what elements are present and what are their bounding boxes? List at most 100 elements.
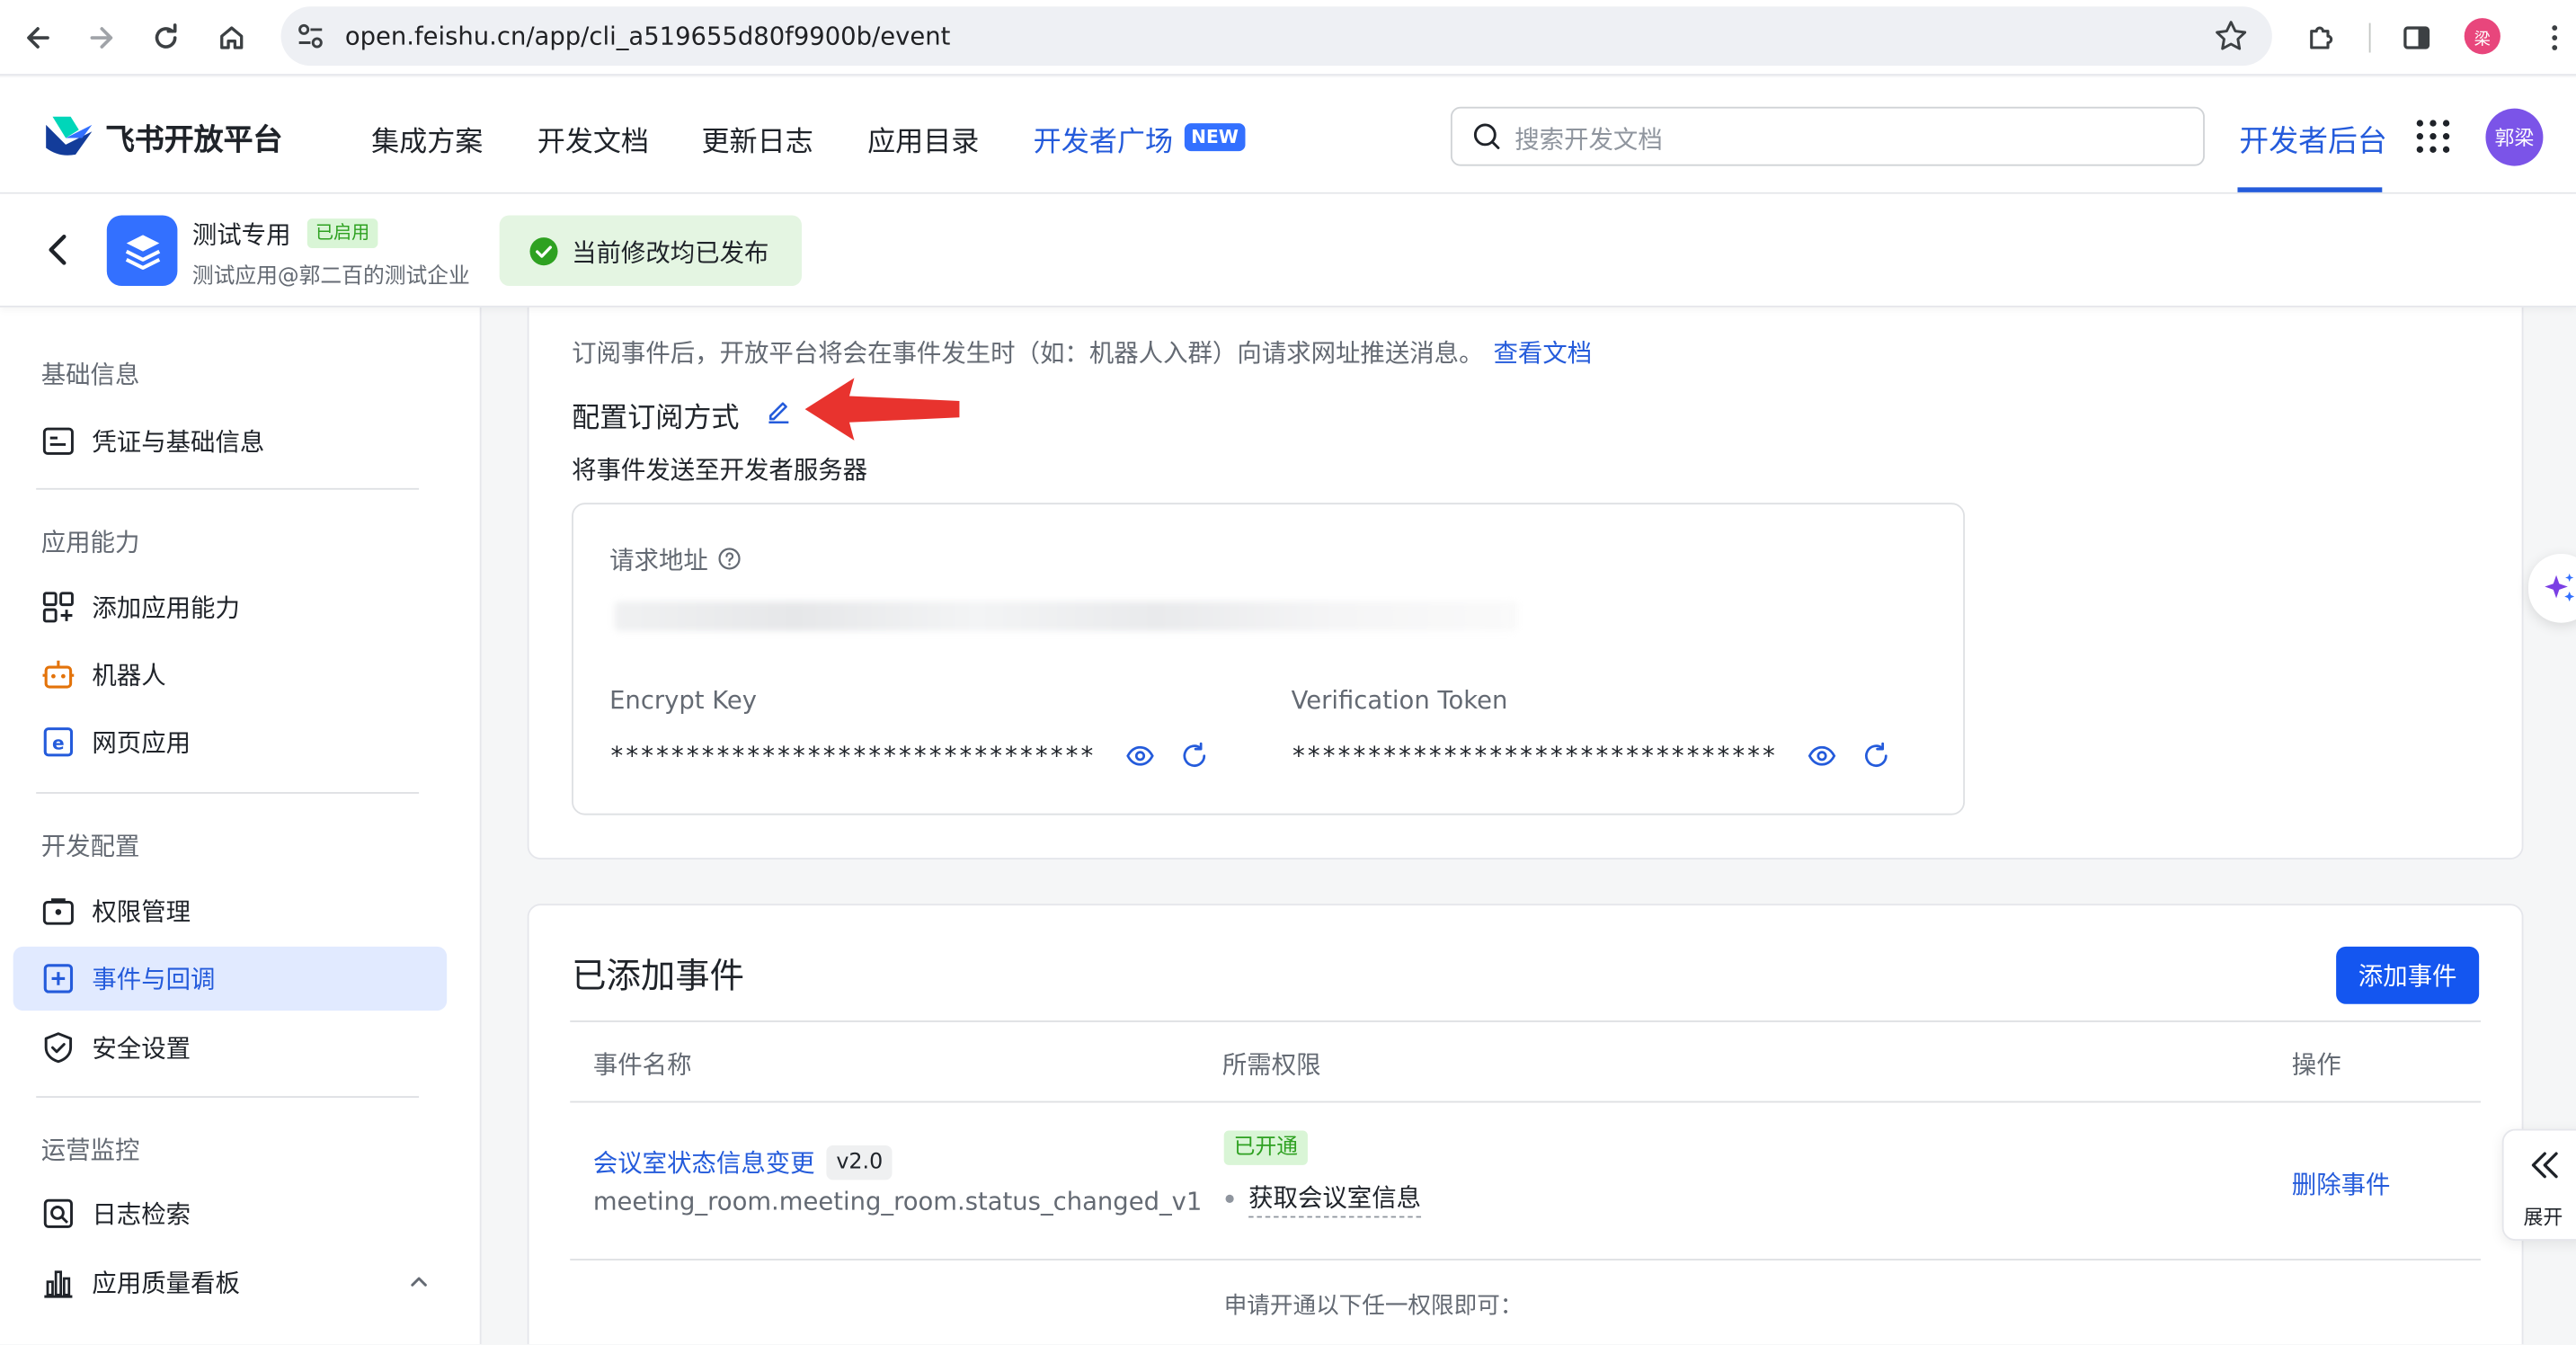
sidebar-item-quality-board[interactable]: 应用质量看板 — [13, 1251, 448, 1314]
search-placeholder: 搜索开发文档 — [1515, 124, 1663, 155]
feishu-logo-icon[interactable] — [43, 115, 95, 158]
svg-text:e: e — [52, 732, 65, 753]
nav-app-directory[interactable]: 应用目录 — [867, 119, 979, 160]
sidebar-divider — [36, 791, 420, 794]
nav-changelog[interactable]: 更新日志 — [701, 119, 813, 160]
request-url-label: 请求地址 — [609, 545, 708, 575]
url-text[interactable]: open.feishu.cn/app/cli_a519655d80f9900b/… — [345, 22, 950, 51]
publish-status-toast: 当前修改均已发布 — [499, 215, 802, 287]
sidebar-item-label: 日志检索 — [92, 1199, 191, 1230]
expand-panel-button[interactable]: 展开 — [2501, 1128, 2576, 1241]
chart-icon — [44, 1270, 73, 1298]
browser-toolbar: open.feishu.cn/app/cli_a519655d80f9900b/… — [0, 0, 2576, 76]
edit-pencil-icon[interactable] — [766, 397, 792, 424]
top-navigation: 飞书开放平台 集成方案 开发文档 更新日志 应用目录 开发者广场 NEW 搜索开… — [0, 76, 2576, 194]
eye-icon[interactable] — [1808, 741, 1837, 770]
app-name: 测试专用 — [191, 219, 291, 250]
back-chevron-icon[interactable] — [40, 230, 76, 270]
permission-name[interactable]: 获取会议室信息 — [1248, 1180, 1422, 1218]
more-menu-icon[interactable] — [2533, 16, 2576, 59]
help-circle-icon[interactable] — [718, 548, 742, 571]
encrypt-key-label: Encrypt Key — [609, 685, 757, 716]
toolbar-divider — [2368, 22, 2371, 53]
developer-console-tab[interactable]: 开发者后台 — [2239, 119, 2387, 162]
event-version-badge: v2.0 — [826, 1145, 893, 1180]
delete-event-link[interactable]: 删除事件 — [2292, 1167, 2391, 1201]
brand-name[interactable]: 飞书开放平台 — [105, 117, 282, 160]
sidebar-divider — [36, 487, 420, 490]
sidebar-item-web-app[interactable]: e 网页应用 — [13, 710, 448, 774]
nav-integration[interactable]: 集成方案 — [371, 119, 483, 160]
back-arrow-icon[interactable] — [16, 16, 59, 59]
app-grid-icon[interactable] — [2415, 119, 2451, 155]
sidebar-item-security[interactable]: 安全设置 — [13, 1016, 448, 1080]
sidebar-item-events[interactable]: 事件与回调 — [13, 946, 448, 1011]
event-name-link[interactable]: 会议室状态信息变更 — [593, 1145, 815, 1180]
ai-assistant-button[interactable] — [2527, 553, 2576, 623]
refresh-icon[interactable] — [1179, 741, 1209, 770]
sidebar-item-label: 事件与回调 — [92, 964, 216, 994]
app-header: 测试专用 已启用 测试应用@郭二百的测试企业 当前修改均已发布 — [0, 193, 2576, 307]
sidebar-item-label: 机器人 — [92, 660, 166, 690]
forward-arrow-icon[interactable] — [81, 16, 124, 59]
app-status-badge: 已启用 — [306, 218, 378, 248]
search-icon — [1473, 123, 1500, 149]
sidebar-item-credentials[interactable]: 凭证与基础信息 — [13, 409, 448, 473]
permission-icon — [42, 898, 74, 925]
layers-icon — [124, 234, 160, 270]
table-row-divider — [570, 1259, 2481, 1260]
apps-add-icon — [42, 592, 74, 623]
refresh-icon[interactable] — [1861, 741, 1891, 770]
column-required-permission: 所需权限 — [1221, 1049, 1321, 1080]
extensions-icon[interactable] — [2300, 16, 2343, 59]
site-settings-icon[interactable] — [294, 20, 327, 53]
sidebar-section-basic: 基础信息 — [40, 360, 140, 390]
toast-message: 当前修改均已发布 — [572, 238, 769, 268]
view-docs-link[interactable]: 查看文档 — [1493, 339, 1592, 369]
event-key: meeting_room.meeting_room.status_changed… — [592, 1186, 1203, 1216]
app-icon — [106, 215, 178, 287]
column-event-name: 事件名称 — [592, 1049, 692, 1080]
config-method-title: 配置订阅方式 — [572, 402, 740, 436]
profile-avatar[interactable]: 梁 — [2464, 18, 2500, 55]
id-card-icon — [42, 427, 74, 455]
shield-icon — [44, 1032, 73, 1064]
double-chevron-left-icon — [2531, 1152, 2558, 1179]
address-bar[interactable]: open.feishu.cn/app/cli_a519655d80f9900b/… — [280, 6, 2272, 67]
chevron-up-icon[interactable] — [407, 1270, 431, 1294]
bookmark-star-icon[interactable] — [2213, 18, 2249, 54]
send-to-server-title: 将事件发送至开发者服务器 — [572, 455, 868, 485]
sidebar-item-label: 应用质量看板 — [92, 1269, 240, 1298]
apply-permission-hint: 申请开通以下任一权限即可： — [1223, 1293, 1523, 1320]
sidebar-item-label: 安全设置 — [92, 1033, 191, 1064]
sidebar-section-capability: 应用能力 — [40, 527, 140, 557]
active-tab-indicator — [2237, 187, 2383, 192]
added-events-card — [527, 904, 2524, 1345]
sidebar-item-add-capability[interactable]: 添加应用能力 — [13, 575, 448, 639]
nav-developer-plaza[interactable]: 开发者广场 — [1034, 119, 1173, 160]
request-url-value-blurred[interactable] — [614, 601, 1518, 631]
doc-search-input[interactable]: 搜索开发文档 — [1450, 106, 2205, 166]
reload-icon[interactable] — [145, 16, 188, 59]
add-event-button[interactable]: 添加事件 — [2336, 946, 2480, 1004]
sidebar-item-log-search[interactable]: 日志检索 — [13, 1181, 448, 1245]
sidebar-section-monitoring: 运营监控 — [40, 1136, 140, 1165]
sidebar-item-label: 凭证与基础信息 — [92, 427, 265, 458]
nav-docs[interactable]: 开发文档 — [537, 119, 649, 160]
sidebar: 基础信息 凭证与基础信息 应用能力 添加应用能力 机器人 e 网页应用 开发配置… — [0, 307, 482, 1345]
eye-icon[interactable] — [1125, 741, 1155, 770]
home-icon[interactable] — [210, 16, 253, 59]
check-circle-icon — [529, 237, 558, 266]
permission-status-badge: 已开通 — [1223, 1130, 1308, 1165]
red-arrow-annotation-icon — [804, 378, 960, 441]
sidebar-divider — [36, 1096, 420, 1098]
sidebar-section-dev-config: 开发配置 — [40, 831, 140, 861]
expand-label: 展开 — [2523, 1206, 2563, 1230]
user-avatar[interactable]: 郭梁 — [2485, 108, 2544, 166]
robot-icon — [42, 660, 75, 689]
app-subtitle: 测试应用@郭二百的测试企业 — [191, 264, 470, 289]
verification-token-label: Verification Token — [1291, 685, 1508, 716]
sidebar-item-permissions[interactable]: 权限管理 — [13, 879, 448, 943]
side-panel-icon[interactable] — [2395, 16, 2438, 59]
sidebar-item-robot[interactable]: 机器人 — [13, 643, 448, 707]
